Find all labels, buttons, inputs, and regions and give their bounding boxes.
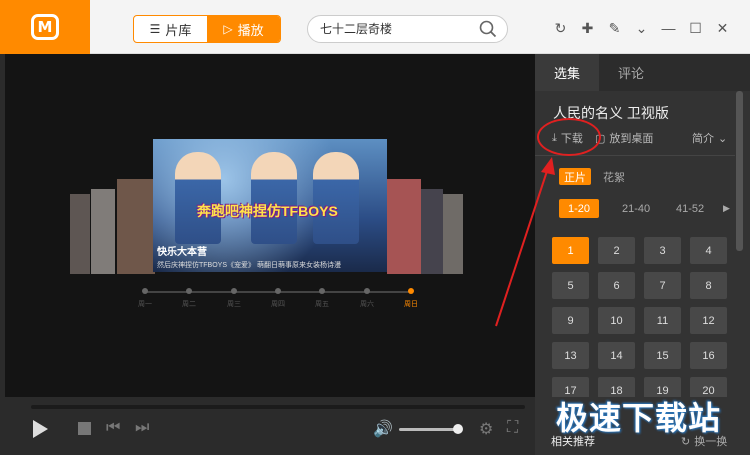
episode-button[interactable]: 5 <box>552 272 589 299</box>
side-thumbnail[interactable] <box>387 179 421 274</box>
puzzle-icon[interactable]: ✚ <box>574 19 601 37</box>
timeline-dot[interactable] <box>142 288 148 294</box>
highlight-circle <box>537 118 601 156</box>
next-icon[interactable]: ⏭ <box>135 419 149 437</box>
fullscreen-icon[interactable]: ⛶ <box>507 419 518 437</box>
episode-grid: 1 2 3 4 5 6 7 8 9 10 11 12 13 14 15 16 17 18 19 20 <box>552 237 732 397</box>
filter-extras[interactable]: 花絮 <box>598 168 630 185</box>
window-controls: ↻ ✚ ✎ ⌄ — ☐ ✕ <box>547 19 736 37</box>
tab-comments[interactable]: 评论 <box>599 54 663 91</box>
title-bar: M ☰ 片库 ▷ 播放 ↻ ✚ ✎ ⌄ — ☐ ✕ <box>0 0 750 54</box>
intro-label: 简介 <box>692 133 714 145</box>
timeline-dot[interactable] <box>408 288 414 294</box>
previous-icon[interactable]: ⏮ <box>106 419 120 437</box>
hero-person <box>251 152 297 244</box>
episode-button[interactable]: 16 <box>690 342 727 369</box>
range-next-icon[interactable]: ▶ <box>718 200 735 217</box>
episode-button[interactable]: 4 <box>690 237 727 264</box>
desktop-label: 放到桌面 <box>609 133 654 145</box>
minimize-icon[interactable]: — <box>655 19 682 37</box>
maximize-icon[interactable]: ☐ <box>682 19 709 37</box>
panel-tabs: 选集 评论 <box>535 54 750 91</box>
timeline-label[interactable]: 周六 <box>352 299 382 309</box>
app-logo[interactable]: M <box>0 0 90 54</box>
play-icon[interactable] <box>31 419 49 439</box>
timeline-label[interactable]: 周四 <box>263 299 293 309</box>
episode-button[interactable]: 15 <box>644 342 681 369</box>
episode-button[interactable]: 8 <box>690 272 727 299</box>
episode-button[interactable]: 9 <box>552 307 589 334</box>
timeline-label[interactable]: 周日 <box>396 299 426 309</box>
chevron-down-icon: ⌄ <box>718 132 728 145</box>
episode-button[interactable]: 7 <box>644 272 681 299</box>
play-outline-icon: ▷ <box>223 22 233 36</box>
hero-person <box>313 152 359 244</box>
side-thumbnail[interactable] <box>443 194 463 274</box>
library-button[interactable]: ☰ 片库 <box>134 16 207 42</box>
progress-bar[interactable] <box>31 405 525 409</box>
episode-button[interactable]: 1 <box>552 237 589 264</box>
timeline-label[interactable]: 周一 <box>130 299 160 309</box>
volume-knob[interactable] <box>453 424 463 434</box>
weekday-timeline: 周一 周二 周三 周四 周五 周六 周日 <box>138 288 418 308</box>
search-input[interactable] <box>320 22 480 36</box>
player-controls: ⏮ ⏭ 🔊 ⚙ ⛶ <box>5 397 535 455</box>
episode-button[interactable]: 11 <box>644 307 681 334</box>
panel-scrollbar[interactable] <box>736 91 743 251</box>
side-thumbnail[interactable] <box>91 189 115 274</box>
timeline-dot[interactable] <box>319 288 325 294</box>
library-label: 片库 <box>165 22 192 38</box>
side-thumbnail[interactable] <box>117 179 155 274</box>
range-2[interactable]: 21-40 <box>617 200 655 217</box>
stop-icon[interactable] <box>78 422 91 435</box>
hero-show-name: 快乐大本营 <box>157 247 207 258</box>
episode-button[interactable]: 3 <box>644 237 681 264</box>
episode-button[interactable]: 10 <box>598 307 635 334</box>
range-1[interactable]: 1-20 <box>559 199 600 218</box>
menu-icon: ☰ <box>149 22 161 36</box>
play-label: 播放 <box>237 22 264 38</box>
featured-video-card[interactable]: 奔跑吧神捏仿TFBOYS 快乐大本营 然后庆神捏仿TFBOYS《宠爱》 萌翻日萌… <box>153 139 387 272</box>
episode-button[interactable]: 2 <box>598 237 635 264</box>
timeline-label[interactable]: 周三 <box>219 299 249 309</box>
volume-slider[interactable] <box>399 428 459 431</box>
logo-mark: M <box>31 14 59 40</box>
feedback-icon[interactable]: ✎ <box>601 19 628 37</box>
hero-caption: 然后庆神捏仿TFBOYS《宠爱》 萌翻日萌事原来女装杨诗漫 <box>157 262 341 269</box>
range-3[interactable]: 41-52 <box>671 200 709 217</box>
timeline-label[interactable]: 周二 <box>174 299 204 309</box>
timeline-dot[interactable] <box>231 288 237 294</box>
volume-icon[interactable]: 🔊 <box>373 419 393 439</box>
intro-button[interactable]: 简介 ⌄ <box>692 130 727 146</box>
timeline-dot[interactable] <box>275 288 281 294</box>
refresh-icon[interactable]: ↻ <box>547 19 574 37</box>
hero-person <box>175 152 221 244</box>
timeline-dot[interactable] <box>364 288 370 294</box>
timeline-label[interactable]: 周五 <box>307 299 337 309</box>
video-player[interactable]: 奔跑吧神捏仿TFBOYS 快乐大本营 然后庆神捏仿TFBOYS《宠爱》 萌翻日萌… <box>5 54 535 397</box>
side-thumbnail[interactable] <box>421 189 443 274</box>
episode-button[interactable]: 14 <box>598 342 635 369</box>
close-icon[interactable]: ✕ <box>709 19 736 37</box>
search-box <box>307 15 508 43</box>
settings-icon[interactable]: ⚙ <box>479 419 493 439</box>
episode-button[interactable]: 13 <box>552 342 589 369</box>
desktop-button[interactable]: ▢ 放到桌面 <box>595 130 653 146</box>
side-thumbnail[interactable] <box>70 194 90 274</box>
hero-title: 奔跑吧神捏仿TFBOYS <box>197 203 338 219</box>
chevron-down-icon[interactable]: ⌄ <box>628 19 655 37</box>
episode-button[interactable]: 12 <box>690 307 727 334</box>
play-tab-button[interactable]: ▷ 播放 <box>207 16 280 42</box>
timeline-dot[interactable] <box>186 288 192 294</box>
view-switch: ☰ 片库 ▷ 播放 <box>133 15 281 43</box>
search-icon[interactable] <box>479 20 497 38</box>
tab-episodes[interactable]: 选集 <box>535 54 599 91</box>
watermark: 极速下载站 <box>556 399 722 437</box>
episode-button[interactable]: 6 <box>598 272 635 299</box>
filter-main[interactable]: 正片 <box>559 168 591 185</box>
